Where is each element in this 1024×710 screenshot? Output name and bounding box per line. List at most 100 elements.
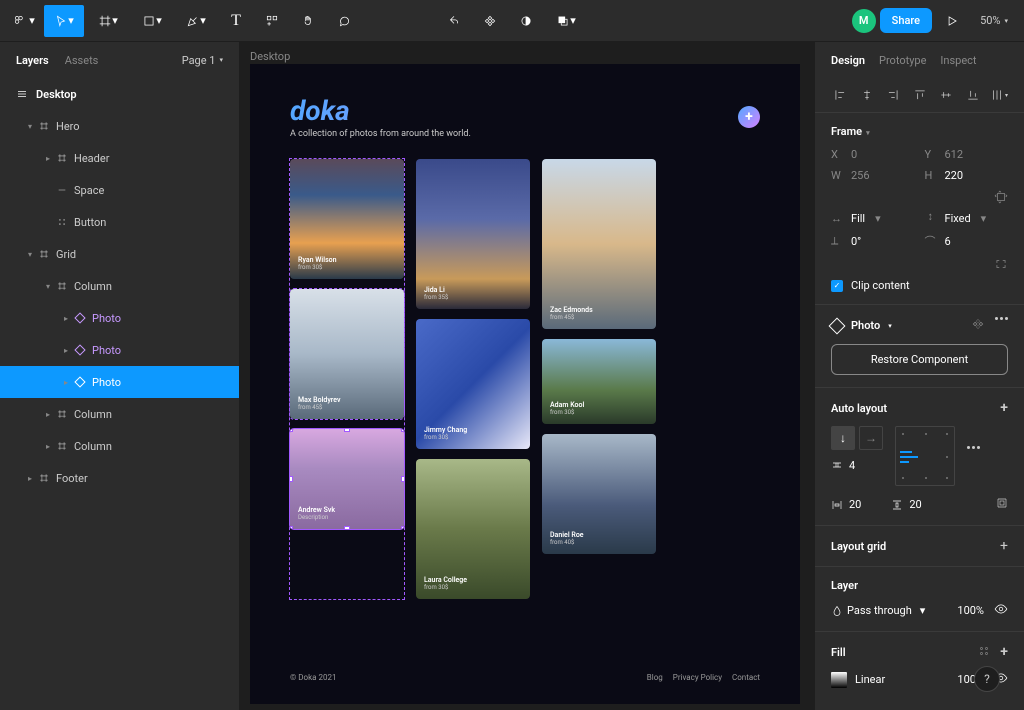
photo-column: Ryan Wilsonfrom 30$Max Boldyrevfrom 45$A… <box>290 159 404 599</box>
align-top-icon[interactable] <box>911 86 929 104</box>
auto-layout-section: Auto layout + ↓ → 4 <box>815 388 1024 526</box>
component-name[interactable]: Photo <box>851 319 880 332</box>
rotation-field[interactable]: ⟂0° <box>831 233 915 249</box>
component-section: Photo ▾ Restore Component <box>815 305 1024 388</box>
photo-card[interactable]: Jimmy Changfrom 30$ <box>416 319 530 449</box>
layer-row[interactable]: ▸Photo <box>0 302 239 334</box>
fill-style-icon[interactable] <box>978 644 990 661</box>
top-toolbar: ▾ ▾ ▾ ▾ ▾ T ▾ M Share 50%▾ <box>0 0 1024 42</box>
photo-card[interactable]: Andrew SvkDescriptionFill × 220 <box>290 429 404 529</box>
page-select[interactable]: Page 1▾ <box>182 54 223 67</box>
hand-tool[interactable] <box>292 5 324 37</box>
blend-mode[interactable]: Pass through▾ <box>831 604 925 618</box>
photo-card[interactable]: Ryan Wilsonfrom 30$ <box>290 159 404 279</box>
more-icon[interactable] <box>995 317 1008 334</box>
layer-row[interactable]: Button <box>0 206 239 238</box>
copyright: © Doka 2021 <box>290 673 336 682</box>
w-field[interactable]: W256 <box>831 169 915 182</box>
fill-swatch[interactable] <box>831 672 847 688</box>
direction-horizontal[interactable]: → <box>859 426 883 450</box>
add-fill-icon[interactable]: + <box>1000 644 1008 661</box>
swap-instance-icon[interactable] <box>971 317 985 334</box>
design-tab[interactable]: Design <box>831 54 865 67</box>
present-button[interactable] <box>936 5 968 37</box>
pad-per-side-icon[interactable] <box>996 496 1008 513</box>
align-hcenter-icon[interactable] <box>858 86 876 104</box>
visibility-icon[interactable] <box>994 602 1008 619</box>
align-vcenter-icon[interactable] <box>937 86 955 104</box>
avatar[interactable]: M <box>852 9 876 33</box>
layers-tab[interactable]: Layers <box>16 54 49 67</box>
photo-card[interactable]: Zac Edmondsfrom 45$ <box>542 159 656 329</box>
mask-icon[interactable] <box>510 5 542 37</box>
gap-field[interactable]: 4 <box>831 458 883 472</box>
align-right-icon[interactable] <box>884 86 902 104</box>
x-field[interactable]: X0 <box>831 148 915 161</box>
direction-vertical[interactable]: ↓ <box>831 426 855 450</box>
layer-row[interactable]: ▸Footer <box>0 462 239 494</box>
add-layout-grid-icon[interactable]: + <box>1000 538 1008 554</box>
shape-tool[interactable]: ▾ <box>132 5 172 37</box>
footer-link[interactable]: Blog <box>647 673 663 682</box>
prototype-tab[interactable]: Prototype <box>879 54 926 67</box>
align-bottom-icon[interactable] <box>964 86 982 104</box>
photo-card[interactable]: Jida Lifrom 35$ <box>416 159 530 309</box>
layer-row[interactable]: ▾Grid <box>0 238 239 270</box>
move-tool[interactable]: ▾ <box>44 5 84 37</box>
layer-row[interactable]: ▸Column <box>0 398 239 430</box>
layer-section-title: Layer <box>831 579 858 592</box>
text-tool[interactable]: T <box>220 5 252 37</box>
pen-tool[interactable]: ▾ <box>176 5 216 37</box>
tidy-icon[interactable]: ▾ <box>990 86 1008 104</box>
v-resize[interactable]: ↔Fixed▾ <box>925 212 1009 225</box>
layer-row[interactable]: ▸Photo <box>0 366 239 398</box>
frame-constraints-icon[interactable] <box>994 190 1008 204</box>
layer-opacity[interactable]: 100% <box>957 604 984 617</box>
photo-card[interactable]: Adam Koolfrom 30$ <box>542 339 656 424</box>
layer-row[interactable]: ▸Photo <box>0 334 239 366</box>
zoom-value: 50% <box>980 14 1000 27</box>
restore-component-button[interactable]: Restore Component <box>831 344 1008 375</box>
layer-row[interactable]: ▾Hero <box>0 110 239 142</box>
checkbox-icon: ✓ <box>831 280 843 292</box>
figma-menu[interactable]: ▾ <box>8 5 40 37</box>
components-icon[interactable] <box>474 5 506 37</box>
inspect-tab[interactable]: Inspect <box>940 54 976 67</box>
canvas[interactable]: Desktop doka A collection of photos from… <box>240 42 814 710</box>
pad-h-field[interactable]: 20 <box>831 496 861 513</box>
align-left-icon[interactable] <box>831 86 849 104</box>
root-layer[interactable]: Desktop <box>0 78 239 110</box>
radius-field[interactable]: ⌒6 <box>925 233 1009 249</box>
zoom-select[interactable]: 50%▾ <box>972 14 1016 27</box>
assets-tab[interactable]: Assets <box>65 54 99 67</box>
frame-label[interactable]: Desktop <box>250 50 290 63</box>
alignment-box[interactable] <box>895 426 955 486</box>
boolean-icon[interactable]: ▾ <box>546 5 586 37</box>
layer-row[interactable]: ▸Header <box>0 142 239 174</box>
layer-row[interactable]: ▸Column <box>0 430 239 462</box>
frame-tool[interactable]: ▾ <box>88 5 128 37</box>
footer-link[interactable]: Contact <box>732 673 760 682</box>
fill-type[interactable]: Linear <box>855 673 885 686</box>
footer-link[interactable]: Privacy Policy <box>673 673 722 682</box>
layer-row[interactable]: Space <box>0 174 239 206</box>
undo-icon[interactable] <box>438 5 470 37</box>
h-field[interactable]: H220 <box>925 169 1009 182</box>
radius-per-corner-icon[interactable] <box>994 257 1008 271</box>
y-field[interactable]: Y612 <box>925 148 1009 161</box>
photo-card[interactable]: Laura Collegefrom 30$ <box>416 459 530 599</box>
al-more-icon[interactable] <box>967 446 980 449</box>
add-auto-layout-icon[interactable]: + <box>1000 400 1008 416</box>
resources-tool[interactable] <box>256 5 288 37</box>
photo-card[interactable]: Daniel Roefrom 40$ <box>542 434 656 554</box>
add-button[interactable]: + <box>738 106 760 128</box>
layer-row[interactable]: ▾Column <box>0 270 239 302</box>
h-resize[interactable]: ↔Fill▾ <box>831 212 915 225</box>
align-row: ▾ <box>815 78 1024 113</box>
share-button[interactable]: Share <box>880 8 932 33</box>
comment-tool[interactable] <box>328 5 360 37</box>
photo-card[interactable]: Max Boldyrevfrom 45$ <box>290 289 404 419</box>
clip-content[interactable]: ✓Clip content <box>831 279 1008 292</box>
help-button[interactable]: ? <box>974 666 1000 692</box>
pad-v-field[interactable]: 20 <box>891 496 921 513</box>
